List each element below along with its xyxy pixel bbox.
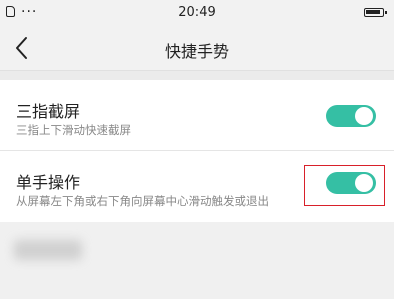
battery-icon [364,8,387,17]
screen: ··· 20:49 快捷手势 三指截屏 三指上下滑动快速截屏 单手操作 从屏幕左… [0,0,394,299]
section-divider [0,70,394,80]
blurred-item [14,240,82,260]
page-title: 快捷手势 [164,42,229,61]
status-bar: ··· 20:49 [0,0,394,26]
header: 快捷手势 [0,26,394,70]
status-time: 20:49 [178,5,216,20]
three-finger-screenshot-toggle[interactable] [326,105,376,127]
setting-description: 三指上下滑动快速截屏 [16,123,131,137]
lower-area [0,222,394,299]
setting-title: 单手操作 [16,173,81,192]
setting-title: 三指截屏 [16,102,81,121]
toggle-knob [355,107,373,125]
highlight-box [304,165,385,206]
setting-description: 从屏幕左下角或右下角向屏幕中心滑动触发或退出 [16,194,269,208]
